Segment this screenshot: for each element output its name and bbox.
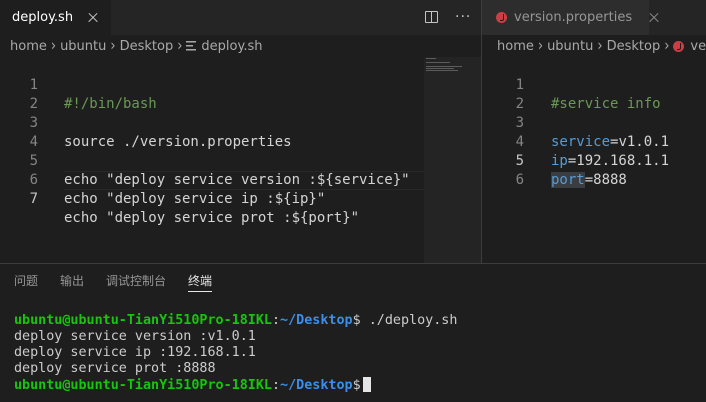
minimap-slider[interactable]	[424, 57, 481, 263]
tab-version-properties[interactable]: version.properties	[482, 0, 649, 35]
tab-debug-console[interactable]: 调试控制台	[106, 264, 166, 299]
right-tab-bar: version.properties	[482, 0, 706, 35]
terminal-prompt-line[interactable]: ubuntu@ubuntu-TianYi510Pro-18IKL:~/Deskt…	[14, 377, 457, 393]
breadcrumb-desktop[interactable]: Desktop	[120, 39, 174, 54]
breadcrumb-file[interactable]: deploy.sh	[201, 39, 262, 54]
code-line[interactable]: 6 echo "deploy service ip :${ip}"	[0, 152, 481, 207]
line-number: 6	[515, 172, 524, 188]
close-icon[interactable]	[85, 10, 101, 26]
minimap-line	[426, 58, 436, 59]
terminal-output-line: deploy service version :v1.0.1	[14, 329, 256, 344]
code-line[interactable]: 4	[0, 114, 481, 150]
line-text: port=8888	[551, 171, 627, 190]
prompt-dollar: $	[352, 313, 361, 328]
tab-label: version.properties	[514, 10, 633, 25]
minimap-line	[426, 68, 454, 69]
more-actions-icon[interactable]: ···	[455, 9, 471, 25]
deploy-editor-group: deploy.sh ··· home › ubuntu › Desktop › …	[0, 0, 481, 263]
code-line[interactable]: 3 source ./version.properties	[0, 95, 481, 150]
split-editor-icon[interactable]	[425, 11, 438, 23]
chevron-right-icon: ›	[50, 37, 57, 55]
code-line-current[interactable]: 7 echo "deploy service prot :${port}"	[0, 171, 481, 226]
property-value: =8888	[584, 172, 627, 188]
tab-problems[interactable]: 问题	[14, 264, 38, 299]
line-text: echo "deploy service prot :${port}"	[64, 210, 360, 226]
chevron-right-icon: ›	[177, 37, 183, 55]
minimap[interactable]	[424, 57, 481, 263]
code-line[interactable]: 4 ip=192.168.1.1	[482, 114, 706, 169]
prompt-user: ubuntu@ubuntu-TianYi510Pro-18IKL	[14, 378, 272, 393]
breadcrumb-desktop[interactable]: Desktop	[607, 39, 661, 54]
close-icon[interactable]	[646, 10, 649, 26]
breadcrumb-ubuntu[interactable]: ubuntu	[60, 39, 106, 54]
code-line-current[interactable]: 5 port=8888	[482, 133, 706, 188]
tab-terminal[interactable]: 终端	[188, 264, 213, 299]
terminal-command-line: ubuntu@ubuntu-TianYi510Pro-18IKL:~/Deskt…	[14, 313, 457, 329]
chevron-right-icon: ›	[597, 37, 603, 55]
breadcrumb-file[interactable]: ve	[690, 39, 706, 54]
prompt-path: ~/Desktop	[280, 378, 353, 393]
terminal[interactable]: ubuntu@ubuntu-TianYi510Pro-18IKL:~/Deskt…	[14, 313, 457, 393]
terminal-cursor	[362, 377, 371, 392]
ruby-icon	[673, 40, 685, 52]
line-text: echo "deploy service ip :${ip}"	[64, 191, 326, 207]
breadcrumb-home[interactable]: home	[497, 39, 534, 54]
minimap-line	[426, 70, 458, 71]
breadcrumb: home › ubuntu › Desktop › deploy.sh	[0, 35, 481, 57]
code-line[interactable]: 1 #service info	[482, 57, 706, 112]
minimap-line	[426, 62, 450, 63]
chevron-right-icon: ›	[110, 37, 116, 55]
code-line[interactable]: 5 echo "deploy service version :${servic…	[0, 133, 481, 188]
property-key-highlighted: port	[551, 172, 585, 188]
terminal-output-line: deploy service ip :192.168.1.1	[14, 345, 256, 360]
line-number: 7	[29, 191, 38, 207]
prompt-colon: :	[271, 378, 281, 393]
prompt-path: ~/Desktop	[280, 313, 353, 328]
tab-deploy-sh[interactable]: deploy.sh	[0, 0, 111, 35]
chevron-right-icon: ›	[537, 37, 544, 55]
code-editor[interactable]: 1 #!/bin/bash 2 3 source ./version.prope…	[0, 57, 481, 226]
breadcrumb-home[interactable]: home	[10, 39, 47, 54]
code-line[interactable]: 6	[482, 152, 706, 188]
breadcrumb: home › ubuntu › Desktop › ve	[482, 35, 706, 57]
tab-label: deploy.sh	[12, 10, 74, 25]
code-line[interactable]: 2	[0, 76, 481, 112]
panel-tab-bar: 问题 输出 调试控制台 终端	[0, 264, 220, 299]
prompt-user: ubuntu@ubuntu-TianYi510Pro-18IKL	[14, 313, 272, 328]
code-line[interactable]: 3 service=v1.0.1	[482, 95, 706, 150]
prompt-dollar: $	[352, 378, 361, 393]
breadcrumb-ubuntu[interactable]: ubuntu	[547, 39, 593, 54]
code-line[interactable]: 2	[482, 76, 706, 112]
minimap-line	[426, 66, 462, 67]
bottom-panel: 问题 输出 调试控制台 终端 ubuntu@ubuntu-TianYi510Pr…	[0, 263, 706, 402]
code-line[interactable]: 1 #!/bin/bash	[0, 57, 481, 112]
terminal-output-line: deploy service prot :8888	[14, 361, 216, 376]
ruby-icon	[496, 12, 507, 23]
code-editor[interactable]: 1 #service info 2 3 service=v1.0.1 4 ip=…	[482, 57, 706, 188]
left-tab-bar: deploy.sh ···	[0, 0, 481, 35]
tab-output[interactable]: 输出	[60, 264, 84, 299]
file-lines-icon	[186, 41, 197, 51]
prompt-colon: :	[271, 313, 281, 328]
properties-editor-group: version.properties home › ubuntu › Deskt…	[482, 0, 706, 263]
terminal-command: ./deploy.sh	[360, 313, 458, 328]
chevron-right-icon: ›	[664, 37, 670, 55]
